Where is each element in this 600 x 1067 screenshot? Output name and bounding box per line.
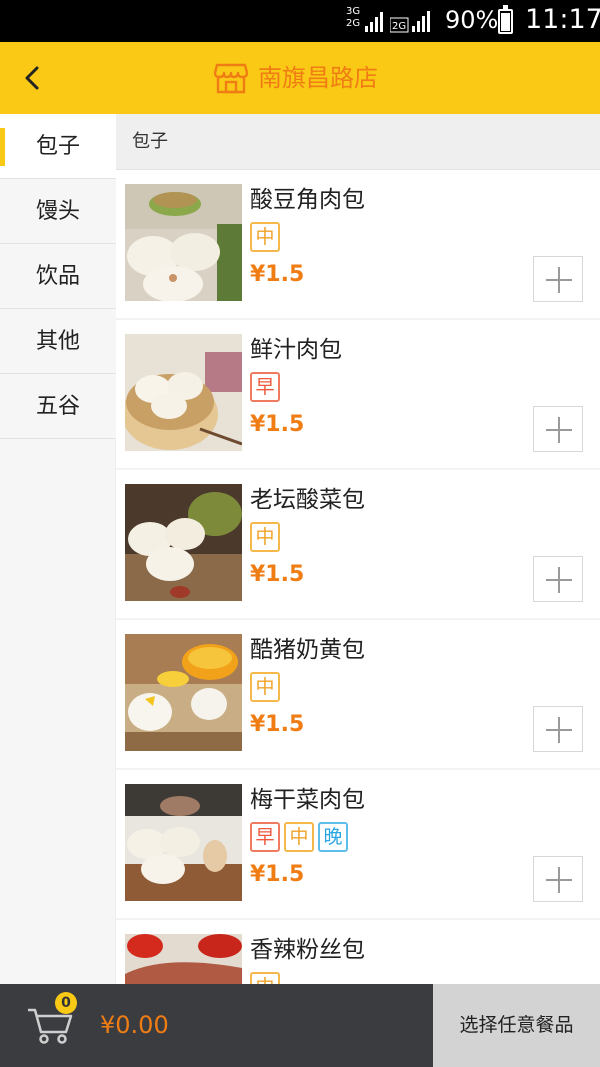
- signal-icon: [365, 12, 383, 32]
- product-item[interactable]: 香辣粉丝包 中: [116, 920, 600, 984]
- product-photo: [125, 784, 242, 901]
- meal-tags: 中: [250, 672, 284, 702]
- tag-lunch: 中: [250, 222, 280, 252]
- product-price: ¥1.5: [250, 562, 305, 587]
- tag-lunch: 中: [250, 972, 280, 984]
- tag-lunch: 中: [250, 672, 280, 702]
- signal-2g-icon: 2G: [390, 11, 430, 33]
- battery-percent: 90%: [445, 6, 499, 34]
- category-mantou[interactable]: 馒头: [0, 179, 116, 244]
- product-list[interactable]: 酸豆角肉包 中 ¥1.5 鲜汁肉包 早 ¥1.5 老坛酸菜包 中 ¥1.5 酷猪…: [116, 170, 600, 984]
- product-name: 梅干菜肉包: [250, 787, 365, 813]
- header: 南旗昌路店: [0, 42, 600, 114]
- product-name: 酷猪奶黄包: [250, 637, 365, 663]
- product-name: 老坛酸菜包: [250, 487, 365, 513]
- checkout-button[interactable]: 选择任意餐品: [433, 984, 600, 1067]
- category-other[interactable]: 其他: [0, 309, 116, 374]
- svg-text:2G: 2G: [392, 21, 406, 32]
- store-title: 南旗昌路店: [258, 64, 378, 92]
- product-price: ¥1.5: [250, 712, 305, 737]
- product-price: ¥1.5: [250, 262, 305, 287]
- product-price: ¥1.5: [250, 412, 305, 437]
- tag-dinner: 晚: [318, 822, 348, 852]
- product-item[interactable]: 酷猪奶黄包 中 ¥1.5: [116, 620, 600, 768]
- category-sidebar: 包子 馒头 饮品 其他 五谷: [0, 114, 116, 984]
- product-name: 酸豆角肉包: [250, 187, 365, 213]
- sidebar-empty-area: [0, 440, 116, 984]
- product-item[interactable]: 鲜汁肉包 早 ¥1.5: [116, 320, 600, 468]
- chevron-left-icon[interactable]: [18, 62, 48, 94]
- meal-tags: 早: [250, 372, 284, 402]
- product-price: ¥1.5: [250, 862, 305, 887]
- product-item[interactable]: 酸豆角肉包 中 ¥1.5: [116, 170, 600, 318]
- battery-icon: [498, 5, 513, 34]
- cart-count-badge: 0: [55, 992, 77, 1014]
- meal-tags: 早中晚: [250, 822, 352, 852]
- meal-tags: 中: [250, 972, 284, 984]
- product-photo: [125, 334, 242, 451]
- category-grains[interactable]: 五谷: [0, 374, 116, 439]
- network-3g-label: 3G: [346, 6, 361, 17]
- product-photo: [125, 934, 242, 984]
- clock: 11:17: [525, 4, 600, 35]
- meal-tags: 中: [250, 222, 284, 252]
- add-to-cart-button[interactable]: [533, 856, 583, 902]
- section-header: 包子: [116, 114, 600, 170]
- category-baozi[interactable]: 包子: [0, 114, 116, 179]
- tag-breakfast: 早: [250, 822, 280, 852]
- network-2g-label: 2G: [346, 18, 361, 29]
- add-to-cart-button[interactable]: [533, 406, 583, 452]
- category-drinks[interactable]: 饮品: [0, 244, 116, 309]
- storefront-icon: [214, 63, 248, 94]
- meal-tags: 中: [250, 522, 284, 552]
- add-to-cart-button[interactable]: [533, 556, 583, 602]
- tag-lunch: 中: [250, 522, 280, 552]
- product-photo: [125, 634, 242, 751]
- product-item[interactable]: 梅干菜肉包 早中晚 ¥1.5: [116, 770, 600, 918]
- tag-breakfast: 早: [250, 372, 280, 402]
- add-to-cart-button[interactable]: [533, 256, 583, 302]
- cart-total: ¥0.00: [100, 1011, 169, 1039]
- product-item[interactable]: 老坛酸菜包 中 ¥1.5: [116, 470, 600, 618]
- status-bar: 3G 2G 2G 90% 11:17: [0, 0, 600, 42]
- product-name: 鲜汁肉包: [250, 337, 342, 363]
- add-to-cart-button[interactable]: [533, 706, 583, 752]
- product-photo: [125, 184, 242, 301]
- tag-lunch: 中: [284, 822, 314, 852]
- product-name: 香辣粉丝包: [250, 937, 365, 963]
- network-indicator: 3G 2G: [346, 6, 360, 30]
- cart-bar: 0 ¥0.00 选择任意餐品: [0, 984, 600, 1067]
- product-photo: [125, 484, 242, 601]
